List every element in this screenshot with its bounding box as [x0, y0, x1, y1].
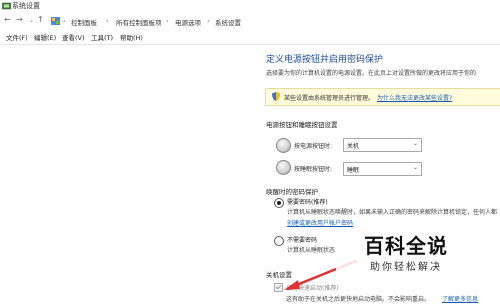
power-button-value: 关机 — [347, 143, 360, 150]
breadcrumb-system-settings[interactable]: 系统设置 — [215, 17, 241, 27]
power-button-icon — [276, 138, 291, 153]
shield-icon — [272, 92, 280, 101]
power-button-label: 按电源按钮时: — [294, 143, 333, 150]
breadcrumb-separator: › — [207, 17, 210, 25]
breadcrumb-separator: › — [166, 17, 169, 25]
no-password-desc: 计算机从睡眠状态 — [287, 247, 336, 254]
window-title: 系统设置 — [12, 2, 40, 10]
watermark: 百科全说 助你轻松解决 — [336, 230, 476, 278]
menu-help[interactable]: 帮助(H) — [120, 32, 143, 42]
wake-section-title: 唤醒时的密码保护 — [266, 188, 318, 196]
admin-banner: 某些设置由系统管理员进行管理。 为什么我无法更改某些设置? — [265, 88, 500, 106]
menu-bar: 文件(F) 编辑(E) 查看(V) 工具(T) 帮助(H) — [0, 28, 500, 45]
menu-file[interactable]: 文件(F) — [6, 32, 28, 42]
breadcrumb-all-items[interactable]: 所有控制面板项 — [116, 17, 162, 27]
sleep-button-select[interactable]: 睡眠 ⌄ — [343, 162, 422, 176]
require-password-desc: 计算机从睡眠状态唤醒时，如果未输入正确的密码来解除计算机锁定，任何人都 — [287, 209, 498, 216]
sleep-button-label: 按睡眠按钮时: — [294, 166, 333, 173]
page-subtitle: 选择要为你的计算机设置的电源设置。在此页上对设置所做的更改将应用于你的 — [266, 70, 477, 77]
power-section-title: 电源按钮和睡眠按钮设置 — [266, 121, 338, 129]
menu-view[interactable]: 查看(V) — [62, 32, 85, 42]
power-button-select[interactable]: 关机 ⌄ — [343, 138, 422, 152]
back-button[interactable]: ← — [4, 15, 11, 24]
no-password-label: 不需要密码 — [287, 237, 318, 244]
create-password-link[interactable]: 创建或更改用户帐户密码 — [287, 218, 353, 227]
up-button[interactable]: ↑ — [37, 15, 44, 24]
banner-text: 某些设置由系统管理员进行管理。 — [284, 95, 375, 102]
title-bar: 系统设置 — [0, 0, 500, 14]
address-bar: ← → ⌄ ↑ › 控制面板 › 所有控制面板项 › 电源选项 › 系统设置 — [0, 14, 500, 28]
breadcrumb-separator: › — [106, 17, 109, 25]
require-password-radio[interactable] — [274, 198, 284, 208]
breadcrumb-power-options[interactable]: 电源选项 — [175, 17, 201, 27]
watermark-subtitle: 助你轻松解决 — [370, 262, 442, 273]
why-cant-change-link[interactable]: 为什么我无法更改某些设置? — [377, 93, 452, 102]
menu-edit[interactable]: 编辑(E) — [34, 32, 56, 42]
watermark-title: 百科全说 — [364, 234, 448, 258]
menu-tools[interactable]: 工具(T) — [91, 32, 113, 42]
forward-button[interactable]: → — [16, 15, 23, 24]
learn-more-link[interactable]: 了解更多信息 — [442, 294, 478, 303]
no-password-radio[interactable] — [274, 236, 284, 246]
breadcrumb-control-panel[interactable]: 控制面板 — [71, 17, 97, 27]
sleep-button-icon — [276, 160, 291, 175]
recent-dropdown-icon[interactable]: ⌄ — [29, 17, 34, 24]
require-password-label: 需要密码(推荐) — [287, 199, 328, 206]
page-title: 定义电源按钮并启用密码保护 — [266, 55, 384, 65]
power-options-icon — [2, 2, 11, 10]
fast-startup-desc: 这有助于在关机之后更快地启动电脑。不会影响重启。 — [286, 296, 431, 303]
control-panel-icon — [51, 17, 60, 25]
sleep-button-value: 睡眠 — [347, 167, 360, 174]
chevron-down-icon: ⌄ — [412, 140, 418, 147]
chevron-down-icon: ⌄ — [412, 164, 418, 171]
breadcrumb-separator: › — [63, 17, 66, 25]
